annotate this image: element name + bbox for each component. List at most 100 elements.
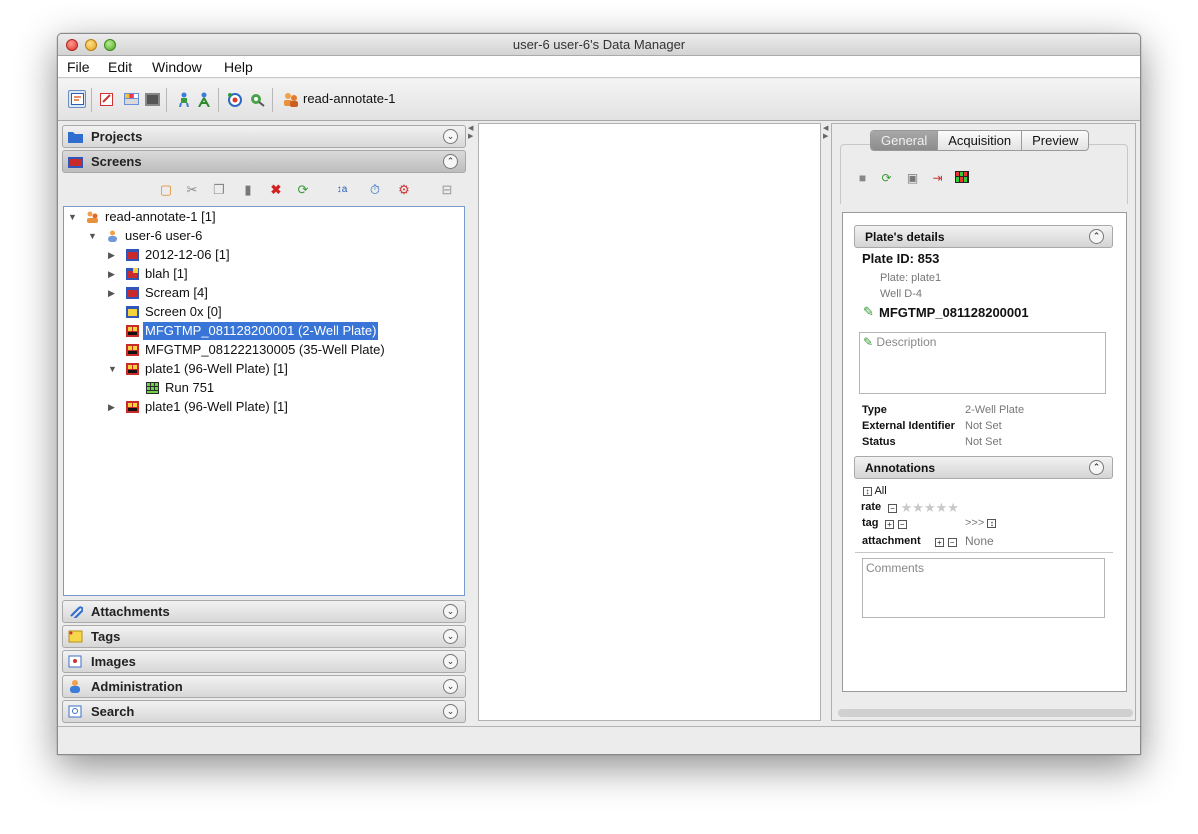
minimize-window-button[interactable] — [85, 39, 97, 51]
collapsed-arrow-icon[interactable]: ▶ — [108, 265, 115, 283]
timer-icon[interactable]: ⏱ — [367, 182, 383, 198]
plate-details-header[interactable]: Plate's details ⌃ — [854, 225, 1113, 248]
rate-label: rate — [861, 501, 882, 513]
projects-header[interactable]: Projects ⌄ — [62, 125, 466, 148]
expand-icon[interactable]: ⌄ — [443, 604, 458, 619]
tree-row[interactable]: ▶ Scream [4] — [108, 284, 448, 302]
expand-icon[interactable]: ⌄ — [443, 704, 458, 719]
search-header[interactable]: Search ⌄ — [62, 700, 466, 723]
group-icon[interactable] — [282, 90, 300, 108]
tree-row[interactable]: MFGTMP_081222130005 (35-Well Plate) — [108, 341, 448, 359]
collapse-icon[interactable]: ⌃ — [443, 154, 458, 169]
collapse-icon[interactable]: ⌃ — [1089, 460, 1104, 475]
expand-icon[interactable]: ⌄ — [443, 629, 458, 644]
horizontal-scrollbar[interactable] — [838, 709, 1133, 717]
paste-icon[interactable]: ▮ — [240, 182, 256, 198]
group-icon — [87, 211, 98, 223]
collapsed-arrow-icon[interactable]: ▶ — [108, 246, 115, 264]
new-container-icon[interactable]: ▢ — [158, 182, 174, 198]
expand-arrow-icon[interactable]: ▼ — [108, 360, 117, 378]
remove-attachment-icon[interactable]: − — [947, 538, 957, 548]
collapse-icon[interactable]: ⌃ — [1089, 229, 1104, 244]
menu-window[interactable]: Window — [152, 59, 202, 75]
delete-icon[interactable]: ✖ — [268, 182, 284, 198]
edit-name-icon[interactable]: ✎ — [863, 304, 874, 320]
comments-field[interactable]: Comments — [862, 558, 1105, 618]
menu-edit[interactable]: Edit — [108, 59, 132, 75]
annotations-header[interactable]: Annotations ⌃ — [854, 456, 1113, 479]
remove-tag-icon[interactable]: − — [897, 520, 907, 530]
data-manager-icon[interactable] — [68, 90, 86, 108]
administration-header[interactable]: Administration ⌄ — [62, 675, 466, 698]
copy-icon[interactable]: ❐ — [211, 182, 227, 198]
groups-icon[interactable] — [195, 90, 213, 108]
star-icon[interactable]: ★ — [947, 500, 959, 515]
cut-icon[interactable]: ✂ — [184, 182, 200, 198]
tree-row[interactable]: ▶ 2012-12-06 [1] — [108, 246, 448, 264]
add-attachment-icon[interactable]: + — [935, 538, 944, 548]
people-icon[interactable] — [175, 90, 193, 108]
image-icon — [68, 655, 82, 668]
tag-icon — [68, 630, 83, 643]
current-group-label[interactable]: read-annotate-1 — [303, 91, 396, 106]
attachments-header[interactable]: Attachments ⌄ — [62, 600, 466, 623]
expand-arrow-icon[interactable]: ▼ — [88, 227, 97, 245]
images-header[interactable]: Images ⌄ — [62, 650, 466, 673]
collapsed-arrow-icon[interactable]: ▶ — [108, 398, 115, 416]
star-icon[interactable]: ★ — [912, 500, 924, 515]
grid-icon[interactable] — [954, 171, 969, 186]
star-icon[interactable]: ★ — [924, 500, 936, 515]
close-window-button[interactable] — [66, 39, 78, 51]
tab-general[interactable]: General — [871, 131, 939, 150]
collapse-left-icon[interactable]: ◀ — [468, 124, 473, 132]
viewer-icon[interactable]: ▣ — [905, 171, 920, 186]
expand-icon[interactable]: ⌄ — [443, 654, 458, 669]
description-field[interactable]: ✎ Description — [859, 332, 1106, 394]
tree-label: 2012-12-06 [1] — [145, 247, 230, 262]
viewer-icon[interactable] — [143, 90, 161, 108]
tab-preview[interactable]: Preview — [1022, 131, 1088, 150]
filter-all-select[interactable]: ↕ All — [863, 485, 887, 497]
expand-arrow-icon[interactable]: ▼ — [68, 208, 77, 226]
tags-header[interactable]: Tags ⌄ — [62, 625, 466, 648]
clear-rating-icon[interactable]: − — [888, 504, 897, 514]
expand-icon[interactable]: ⌄ — [443, 129, 458, 144]
screens-header[interactable]: Screens ⌃ — [62, 150, 466, 173]
tree-row[interactable]: Screen 0x [0] — [108, 303, 448, 321]
left-splitter[interactable]: ◀ ▶ — [467, 123, 475, 721]
annotations-icon[interactable] — [98, 90, 116, 108]
tree-row[interactable]: ▼ plate1 (96-Well Plate) [1] — [108, 360, 448, 378]
tree-row[interactable]: Run 751 — [128, 379, 448, 397]
tab-acquisition[interactable]: Acquisition — [938, 131, 1023, 150]
tree-row[interactable]: ▼ read-annotate-1 [1] — [68, 208, 448, 226]
refresh-icon[interactable]: ⟳ — [879, 171, 894, 186]
tag-more-link[interactable]: >>> ↕ — [965, 517, 997, 529]
tree-row[interactable]: ▶ plate1 (96-Well Plate) [1] — [108, 398, 448, 416]
filter-icon[interactable]: ⚙ — [396, 182, 412, 198]
add-tag-icon[interactable]: + — [885, 520, 894, 530]
expand-right-icon[interactable]: ▶ — [823, 132, 828, 140]
edit-description-icon[interactable]: ✎ — [863, 335, 873, 349]
refresh-icon[interactable]: ⟳ — [295, 182, 311, 198]
expand-icon[interactable]: ⌄ — [443, 679, 458, 694]
collapse-all-icon[interactable]: ⊟ — [439, 182, 455, 198]
menu-file[interactable]: File — [67, 59, 90, 75]
collapse-right-icon[interactable]: ◀ — [823, 124, 828, 132]
tree-row[interactable]: ▶ blah [1] — [108, 265, 448, 283]
scripts-icon[interactable] — [248, 90, 266, 108]
tree-row[interactable]: MFGTMP_081128200001 (2-Well Plate) — [108, 322, 448, 340]
menu-help[interactable]: Help — [224, 59, 253, 75]
rating-row[interactable]: − ★★★★★ — [888, 500, 959, 516]
expand-left-icon[interactable]: ▶ — [468, 132, 473, 140]
tree-row[interactable]: ▼ user-6 user-6 — [88, 227, 448, 245]
star-icon[interactable]: ★ — [936, 500, 948, 515]
save-icon[interactable]: ■ — [855, 171, 870, 186]
collapsed-arrow-icon[interactable]: ▶ — [108, 284, 115, 302]
sort-icon[interactable]: ↕a — [334, 182, 350, 198]
download-icon[interactable]: ⇥ — [930, 171, 945, 186]
zoom-window-button[interactable] — [104, 39, 116, 51]
star-icon[interactable]: ★ — [901, 500, 913, 515]
import-icon[interactable] — [226, 90, 244, 108]
right-splitter[interactable]: ◀ ▶ — [822, 123, 830, 721]
grid-view-icon[interactable] — [122, 90, 140, 108]
